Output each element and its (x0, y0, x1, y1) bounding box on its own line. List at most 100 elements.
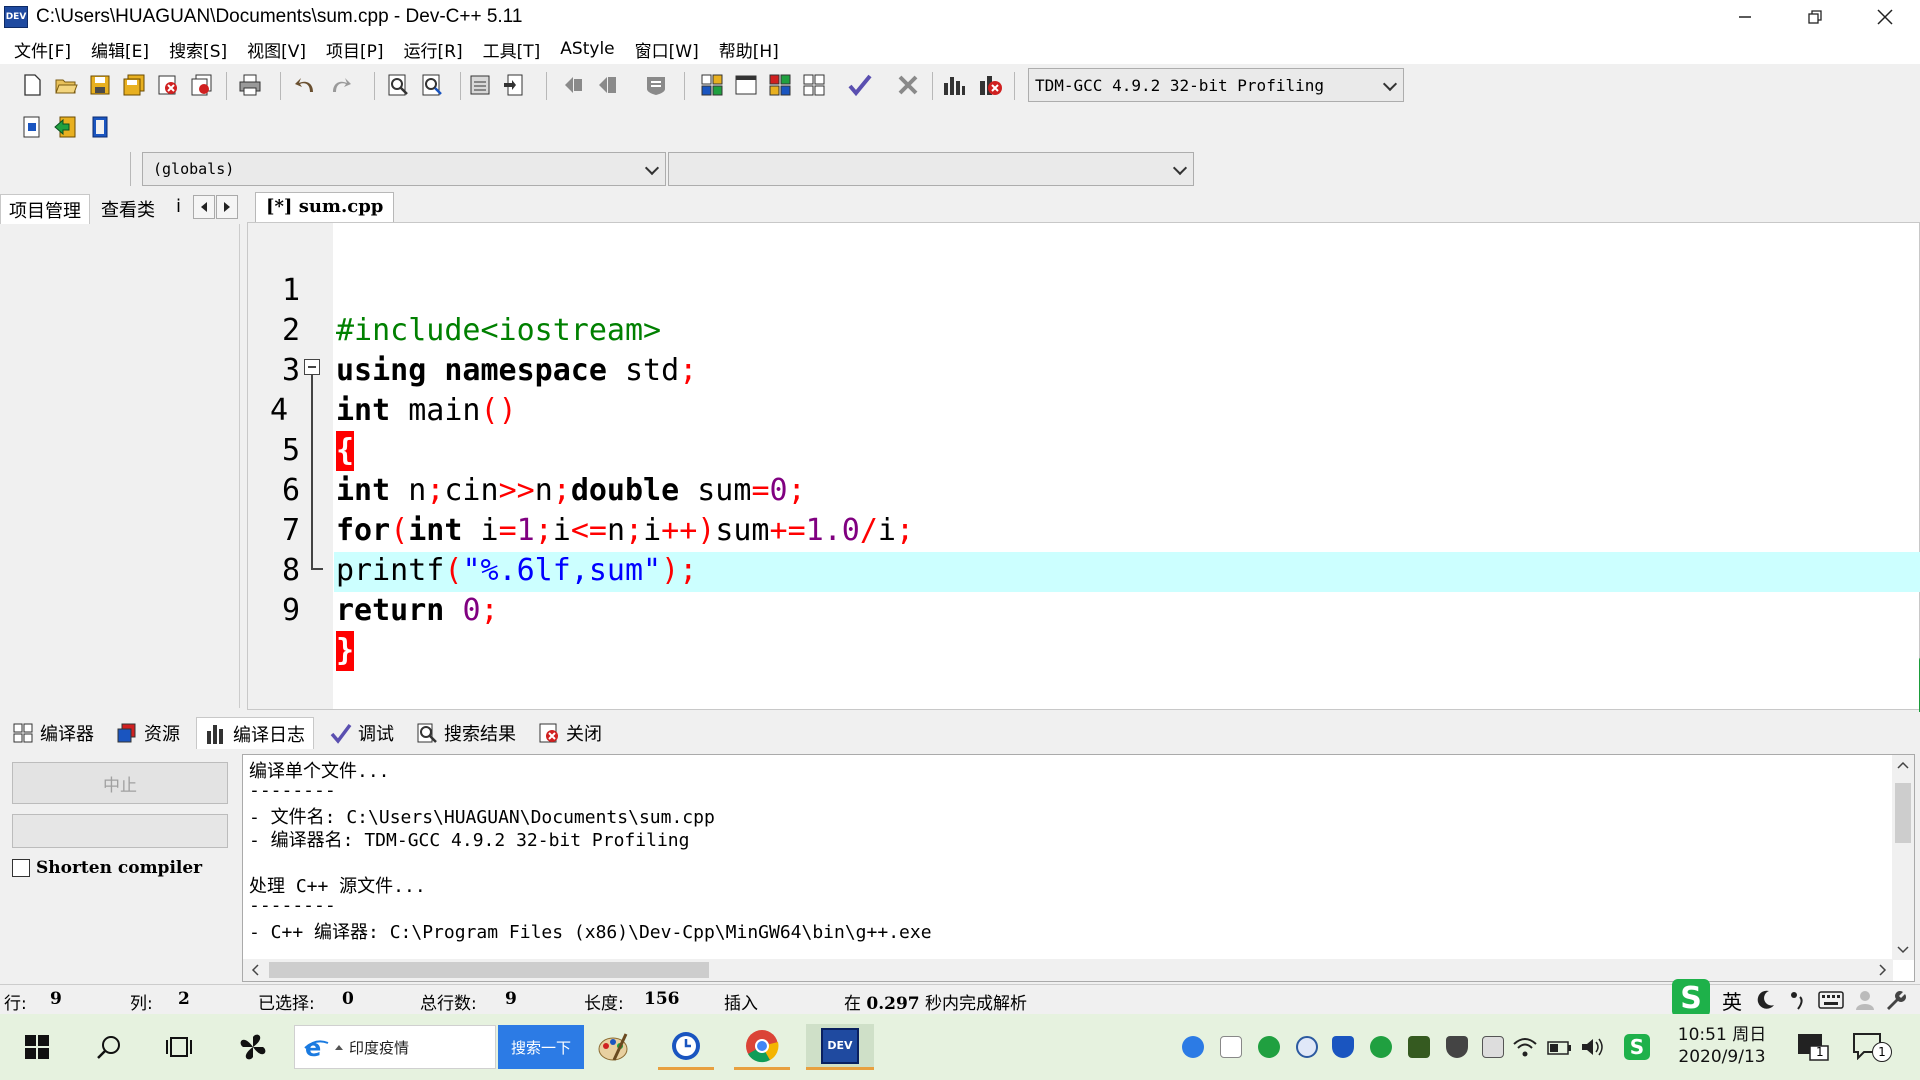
save-button[interactable] (86, 71, 114, 99)
compile-run-button[interactable] (766, 71, 794, 99)
taskbar-app-clock[interactable] (658, 1024, 714, 1070)
close-all-button[interactable] (188, 71, 216, 99)
new-project-button[interactable] (18, 113, 46, 141)
tab-scroll-left-button[interactable] (193, 195, 215, 219)
find-button[interactable] (384, 71, 412, 99)
start-button[interactable] (14, 1024, 60, 1070)
tray-wechat-icon[interactable] (1370, 1036, 1392, 1058)
tray-360-icon[interactable] (1258, 1036, 1280, 1058)
taskbar-search-button[interactable] (86, 1024, 132, 1070)
tab-project-manager[interactable]: 项目管理 (0, 194, 90, 224)
tray-sogou-icon[interactable]: S (1624, 1034, 1650, 1060)
project-options-button[interactable] (86, 113, 114, 141)
print-button[interactable] (236, 71, 264, 99)
undo-button[interactable] (292, 71, 320, 99)
class-scope-select[interactable]: (globals) (142, 152, 666, 186)
taskbar-app-pinwheel[interactable] (228, 1024, 278, 1070)
tab-resources[interactable]: 资源 (112, 717, 184, 749)
member-scope-select[interactable] (668, 152, 1194, 186)
taskbar-app-chrome[interactable] (734, 1024, 790, 1070)
log-horizontal-thumb[interactable] (269, 962, 709, 978)
goto-line-button[interactable] (466, 71, 494, 99)
tray-defender-icon[interactable] (1446, 1036, 1468, 1058)
redo-button[interactable] (326, 71, 354, 99)
open-file-button[interactable] (52, 71, 80, 99)
sogou-ime-icon[interactable]: S (1672, 979, 1710, 1017)
compile-log-output[interactable]: 编译单个文件... -------- - 文件名: C:\Users\HUAGU… (242, 754, 1915, 982)
menu-window[interactable]: 窗口[W] (625, 37, 709, 62)
shorten-compiler-checkbox[interactable] (12, 859, 30, 877)
abort-compile-button[interactable]: 中止 (12, 762, 228, 804)
tray-device-icon[interactable] (1482, 1036, 1504, 1058)
code-line: 5 int n;cin>>n;double sum=0; (248, 391, 1918, 508)
profile-button[interactable] (940, 71, 968, 99)
tab-close-panel[interactable]: 关闭 (534, 717, 606, 749)
menu-search[interactable]: 搜索[S] (159, 37, 237, 62)
taskbar-clock[interactable]: 10:51 周日 2020/9/13 (1662, 1024, 1782, 1068)
tab-scroll-right-button[interactable] (216, 195, 238, 219)
save-all-button[interactable] (120, 71, 148, 99)
close-window-button[interactable] (1850, 0, 1920, 34)
menu-file[interactable]: 文件[F] (4, 37, 81, 62)
user-icon[interactable] (1854, 989, 1876, 1011)
wrench-icon[interactable] (1884, 989, 1906, 1011)
new-file-button[interactable] (18, 71, 46, 99)
tab-class-browser[interactable]: 查看类 (93, 194, 163, 224)
menu-help[interactable]: 帮助[H] (709, 37, 789, 62)
moon-icon[interactable] (1754, 989, 1776, 1011)
tab-debug-truncated[interactable]: i (172, 194, 185, 224)
action-center-button[interactable]: 1 (1852, 1032, 1892, 1064)
syntax-check-button[interactable] (846, 71, 874, 99)
menu-tools[interactable]: 工具[T] (473, 37, 551, 62)
project-tree[interactable] (2, 224, 240, 708)
tray-shield-icon[interactable] (1332, 1036, 1354, 1058)
compile-button[interactable] (698, 71, 726, 99)
punctuation-icon[interactable] (1786, 989, 1808, 1011)
compiler-select[interactable]: TDM-GCC 4.9.2 32-bit Profiling (1028, 68, 1404, 102)
ime-language-indicator[interactable]: 英 (1722, 986, 1742, 1015)
tab-debug[interactable]: 调试 (326, 717, 398, 749)
clean-button[interactable] (894, 71, 922, 99)
task-view-button[interactable] (156, 1024, 202, 1070)
tab-compile-log[interactable]: 编译日志 (196, 717, 314, 749)
close-file-button[interactable] (154, 71, 182, 99)
toggle-comment-button[interactable] (642, 71, 670, 99)
menu-edit[interactable]: 编辑[E] (81, 37, 159, 62)
tray-vpn-icon[interactable] (1182, 1036, 1204, 1058)
unindent-button[interactable] (560, 71, 588, 99)
replace-button[interactable] (418, 71, 446, 99)
log-vertical-scrollbar[interactable] (1892, 755, 1914, 960)
rebuild-all-button[interactable] (800, 71, 828, 99)
log-horizontal-scrollbar[interactable] (243, 959, 1893, 981)
volume-icon[interactable] (1580, 1036, 1606, 1058)
wifi-icon[interactable] (1512, 1036, 1538, 1058)
tray-browser-icon[interactable] (1296, 1036, 1318, 1058)
taskbar-app-paint[interactable] (586, 1024, 640, 1070)
run-button[interactable] (732, 71, 760, 99)
editor-tab-sum-cpp[interactable]: [*] sum.cpp (255, 192, 395, 222)
indent-button[interactable] (594, 71, 622, 99)
restore-button[interactable] (1780, 0, 1850, 34)
tray-bell-icon[interactable] (1220, 1036, 1242, 1058)
tab-compiler[interactable]: 编译器 (8, 717, 98, 749)
tray-chat-icon[interactable]: 1 (1796, 1032, 1830, 1062)
battery-icon[interactable] (1546, 1036, 1572, 1058)
browser-search-box[interactable]: e 印度疫情 (294, 1025, 496, 1069)
insert-project-button[interactable] (52, 113, 80, 141)
keyboard-icon[interactable] (1818, 989, 1844, 1011)
taskbar-app-devcpp[interactable]: DEV (806, 1024, 874, 1070)
menu-view[interactable]: 视图[V] (237, 37, 316, 62)
tab-search-results[interactable]: 搜索结果 (412, 717, 520, 749)
tray-nvidia-icon[interactable] (1408, 1036, 1430, 1058)
minimize-button[interactable] (1710, 0, 1780, 34)
shorten-compiler-option[interactable]: Shorten compiler (12, 858, 202, 878)
toggle-bookmark-button[interactable] (500, 71, 528, 99)
log-vertical-thumb[interactable] (1895, 783, 1911, 843)
code-editor[interactable]: 1 #include<iostream> 2 using namespace s… (247, 222, 1920, 717)
menu-project[interactable]: 项目[P] (316, 37, 394, 62)
search-go-button[interactable]: 搜索一下 (498, 1025, 584, 1069)
delete-profile-button[interactable] (976, 71, 1004, 99)
comment-icon (647, 77, 665, 95)
menu-astyle[interactable]: AStyle (550, 39, 624, 59)
menu-run[interactable]: 运行[R] (394, 37, 473, 62)
